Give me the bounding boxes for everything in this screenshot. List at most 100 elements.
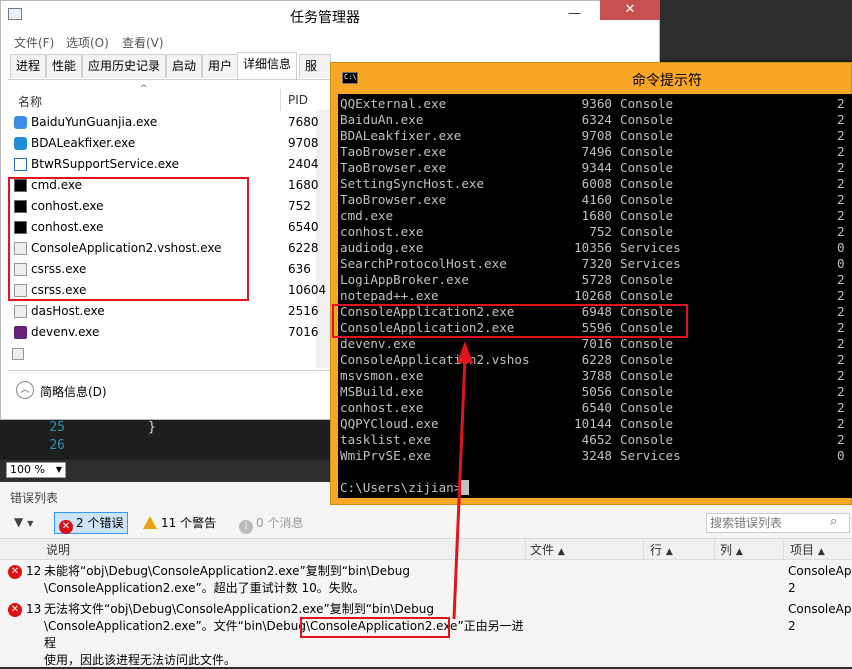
errors-filter-button[interactable]: ✕ 2 个错误 (54, 512, 129, 534)
column-desc[interactable]: 说明 (46, 541, 70, 558)
cmd-row: BaiduAn.exe 6324 Console 2 (340, 112, 850, 128)
process-row[interactable]: cmd.exe 1680 (14, 175, 330, 196)
cmd-row: notepad++.exe 10268 Console 2 (340, 288, 850, 304)
error-icon: ✕ (8, 603, 22, 617)
process-row[interactable]: conhost.exe 6540 (14, 217, 330, 238)
cmd-row: QQPYCloud.exe 10144 Console 2 (340, 416, 850, 432)
cmd-row: audiodg.exe 10356 Services 0 (340, 240, 850, 256)
menu-view[interactable]: 查看(V) (122, 34, 164, 51)
cmd-pid: 6228 (581, 352, 612, 367)
cmd-name: TaoBrowser.exe (340, 160, 447, 175)
cmd-name: QQExternal.exe (340, 96, 447, 111)
tab-startup[interactable]: 启动 (166, 54, 203, 78)
info-icon: i (239, 520, 253, 534)
menu-options[interactable]: 选项(O) (66, 34, 109, 51)
sort-icon: ▲ (817, 547, 825, 557)
chevron-up-icon[interactable]: ︿ (16, 381, 34, 399)
cmd-session: Console (620, 352, 674, 367)
error-row[interactable]: ✕ 12 未能将“obj\Debug\ConsoleApplication2.e… (0, 563, 852, 601)
column-project[interactable]: 项目 ▲ (790, 541, 825, 558)
chevron-down-icon: ▼ (55, 465, 62, 474)
cmd-name: LogiAppBroker.exe (340, 272, 469, 287)
tab-services[interactable]: 服务 (299, 54, 331, 78)
column-name[interactable]: 名称 (18, 93, 42, 110)
cmd-row: SettingSyncHost.exe 6008 Console 2 (340, 176, 850, 192)
zoom-select[interactable]: 100 % ▼ (6, 462, 66, 478)
cmd-pid: 3788 (581, 368, 612, 383)
cmd-num: 2 (837, 272, 845, 287)
cmd-session: Console (620, 320, 674, 335)
cmd-row: TaoBrowser.exe 7496 Console 2 (340, 144, 850, 160)
error-number: 13 (26, 602, 42, 616)
cmd-pid: 752 (589, 224, 612, 239)
column-col[interactable]: 列 ▲ (720, 541, 743, 558)
cmd-num: 2 (837, 320, 845, 335)
process-row[interactable]: devenv.exe 7016 (14, 322, 330, 343)
cmd-session: Console (620, 144, 674, 159)
cmd-num: 2 (837, 384, 845, 399)
cmd-pid: 10268 (574, 288, 612, 303)
warning-icon (143, 516, 157, 529)
minimize-button[interactable]: — (568, 6, 581, 21)
cmd-pid: 4652 (581, 432, 612, 447)
cmd-pid: 10144 (574, 416, 612, 431)
tab-performance[interactable]: 性能 (46, 54, 83, 78)
cmd-session: Console (620, 176, 674, 191)
process-name: dasHost.exe (31, 304, 105, 318)
cmd-num: 0 (837, 240, 845, 255)
cmd-row: tasklist.exe 4652 Console 2 (340, 432, 850, 448)
process-row[interactable]: ConsoleApplication2.vshost.exe 6228 (14, 238, 330, 259)
process-row[interactable]: conhost.exe 752 (14, 196, 330, 217)
cmd-row: LogiAppBroker.exe 5728 Console 2 (340, 272, 850, 288)
code-line: } (148, 420, 156, 435)
process-pid: 6540 (288, 220, 319, 234)
tab-users[interactable]: 用户 (202, 54, 239, 78)
cmd-row: ConsoleApplication2.exe 5596 Console 2 (340, 320, 850, 336)
close-button[interactable]: ✕ (600, 0, 660, 20)
cmd-session: Console (620, 192, 674, 207)
process-row[interactable]: BtwRSupportService.exe 2404 (14, 154, 330, 175)
error-row[interactable]: ✕ 13 无法将文件“obj\Debug\ConsoleApplication2… (0, 601, 852, 667)
fewer-details-button[interactable]: 简略信息(D) (40, 383, 107, 400)
error-list-title: 错误列表 (10, 491, 59, 505)
cmd-name: SearchProtocolHost.exe (340, 256, 507, 271)
console-icon (14, 179, 27, 192)
process-pid: 10604 (288, 283, 327, 297)
cmd-row: TaoBrowser.exe 4160 Console 2 (340, 192, 850, 208)
cmd-name: TaoBrowser.exe (340, 192, 447, 207)
messages-filter-button[interactable]: i0 个消息 (234, 512, 308, 534)
column-pid[interactable]: PID (288, 93, 308, 107)
vs-title-area (660, 0, 852, 60)
cmd-pid: 9344 (581, 160, 612, 175)
menu-file[interactable]: 文件(F) (14, 34, 54, 51)
tab-details[interactable]: 详细信息 (237, 52, 298, 79)
warnings-filter-button[interactable]: 11 个警告 (138, 512, 221, 534)
cmd-row: WmiPrvSE.exe 3248 Services 0 (340, 448, 850, 464)
cmd-num: 2 (837, 368, 845, 383)
cmd-num: 2 (837, 128, 845, 143)
tab-app-history[interactable]: 应用历史记录 (82, 54, 167, 78)
cmd-name: QQPYCloud.exe (340, 416, 439, 431)
cmd-name: WmiPrvSE.exe (340, 448, 431, 463)
process-name: conhost.exe (31, 220, 104, 234)
process-name: csrss.exe (31, 283, 87, 297)
column-line[interactable]: 行 ▲ (650, 541, 673, 558)
cmd-pid: 6008 (581, 176, 612, 191)
cmd-num: 0 (837, 448, 845, 463)
process-name: conhost.exe (31, 199, 104, 213)
cmd-row: conhost.exe 6540 Console 2 (340, 400, 850, 416)
cmd-session: Console (620, 304, 674, 319)
task-manager-icon (8, 8, 22, 20)
column-file[interactable]: 文件 ▲ (530, 541, 565, 558)
filter-icon[interactable]: ▼ ▼ (14, 515, 33, 529)
error-search-input[interactable]: 搜索错误列表 (706, 513, 850, 533)
tab-processes[interactable]: 进程 (10, 54, 47, 78)
app-icon (12, 348, 24, 360)
process-row[interactable]: BDALeakfixer.exe 9708 (14, 133, 330, 154)
process-row[interactable]: dasHost.exe 2516 (14, 301, 330, 322)
process-row[interactable]: BaiduYunGuanjia.exe 7680 (14, 112, 330, 133)
window-title: 任务管理器 (290, 10, 360, 26)
process-row[interactable]: csrss.exe 10604 (14, 280, 330, 301)
cmd-name: conhost.exe (340, 400, 424, 415)
process-row[interactable]: csrss.exe 636 (14, 259, 330, 280)
